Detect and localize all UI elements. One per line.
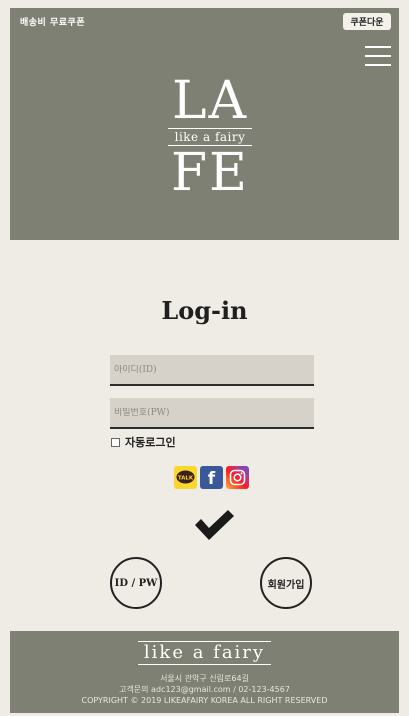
social-login-icons: TALK f xyxy=(174,466,249,489)
kakao-talk-icon[interactable]: TALK xyxy=(174,466,197,489)
find-id-pw-button[interactable]: ID / PW xyxy=(110,557,162,609)
promo-text[interactable]: 배송비 무료쿠폰 xyxy=(20,15,85,28)
checkmark-icon[interactable] xyxy=(192,508,236,542)
hamburger-line xyxy=(365,46,391,48)
footer: like a fairy 서울시 관악구 신림로64길 고객문의 adc123@… xyxy=(10,631,399,713)
logo-bottom: FE xyxy=(170,143,250,203)
svg-text:TALK: TALK xyxy=(178,476,194,482)
page-title: Log-in xyxy=(161,296,248,325)
facebook-icon[interactable]: f xyxy=(200,466,223,489)
brand-logo[interactable]: LA like a fairy FE xyxy=(160,71,260,203)
auto-login-label: 자동로그인 xyxy=(125,436,176,449)
password-input[interactable] xyxy=(114,407,310,418)
hamburger-icon[interactable] xyxy=(365,46,391,66)
sign-up-button[interactable]: 회원가입 xyxy=(260,557,312,609)
pw-field[interactable] xyxy=(110,398,314,429)
hamburger-line xyxy=(365,55,391,57)
coupon-download-button[interactable]: 쿠폰다운 xyxy=(343,13,391,30)
footer-copyright: COPYRIGHT © 2019 LIKEAFAIRY KOREA ALL RI… xyxy=(81,696,328,705)
id-input[interactable] xyxy=(114,364,310,375)
footer-address: 서울시 관악구 신림로64길 xyxy=(160,674,249,683)
auto-login[interactable]: 자동로그인 xyxy=(111,434,176,450)
logo-top: LA xyxy=(171,71,249,131)
hamburger-line xyxy=(365,64,391,66)
footer-contact: 고객문의 adc123@gmail.com / 02-123-4567 xyxy=(119,685,290,694)
id-field[interactable] xyxy=(110,355,314,386)
instagram-icon[interactable] xyxy=(226,466,249,489)
footer-logo: like a fairy xyxy=(137,641,272,665)
header: 배송비 무료쿠폰 쿠폰다운 LA like a fairy FE xyxy=(10,8,399,240)
auto-login-checkbox[interactable] xyxy=(111,437,120,447)
